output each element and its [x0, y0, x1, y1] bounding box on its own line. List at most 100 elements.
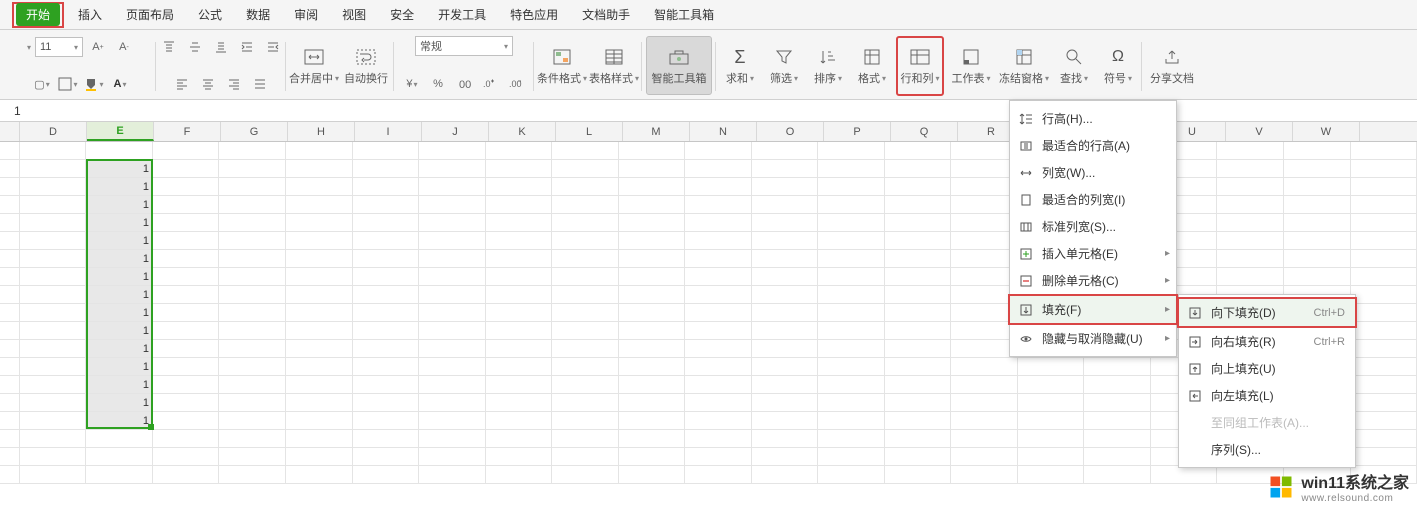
cell[interactable]: 1 — [86, 160, 153, 178]
cell[interactable] — [353, 196, 420, 214]
cell[interactable] — [1351, 232, 1417, 250]
cell[interactable] — [752, 142, 819, 160]
cell[interactable] — [20, 448, 87, 466]
find-button[interactable]: 查找 — [1054, 36, 1094, 96]
menu-delete-cell[interactable]: 删除单元格(C)▸ — [1010, 267, 1176, 294]
cell[interactable]: 1 — [86, 358, 153, 376]
cell[interactable] — [353, 268, 420, 286]
cell[interactable] — [619, 466, 686, 484]
cell[interactable] — [619, 160, 686, 178]
cell[interactable] — [486, 304, 553, 322]
row-gutter[interactable] — [0, 214, 20, 232]
cell[interactable] — [1018, 466, 1085, 484]
cell[interactable] — [951, 214, 1018, 232]
cell[interactable] — [685, 232, 752, 250]
cell[interactable] — [86, 466, 153, 484]
cell[interactable]: 1 — [86, 286, 153, 304]
cell[interactable] — [419, 268, 486, 286]
cell[interactable] — [286, 250, 353, 268]
cell[interactable] — [20, 286, 87, 304]
cell[interactable] — [20, 250, 87, 268]
cell[interactable] — [1018, 394, 1085, 412]
cell[interactable] — [752, 178, 819, 196]
cell[interactable] — [752, 358, 819, 376]
cell[interactable] — [86, 142, 153, 160]
cell[interactable] — [1351, 196, 1417, 214]
cell[interactable] — [153, 340, 220, 358]
cell[interactable] — [486, 142, 553, 160]
cell[interactable] — [1018, 430, 1085, 448]
cell[interactable] — [552, 286, 619, 304]
cell[interactable] — [419, 196, 486, 214]
cell[interactable] — [552, 178, 619, 196]
cell[interactable] — [1084, 466, 1151, 484]
cell[interactable] — [1018, 358, 1085, 376]
tab-page-layout[interactable]: 页面布局 — [114, 2, 186, 27]
cell[interactable] — [219, 142, 286, 160]
cell[interactable] — [286, 304, 353, 322]
cell[interactable] — [20, 376, 87, 394]
row-gutter[interactable] — [0, 142, 20, 160]
cell[interactable] — [818, 160, 885, 178]
cell[interactable] — [685, 322, 752, 340]
cell[interactable]: 1 — [86, 304, 153, 322]
cell[interactable] — [619, 376, 686, 394]
cell[interactable] — [486, 466, 553, 484]
cell[interactable] — [153, 448, 220, 466]
cell[interactable] — [20, 466, 87, 484]
cell[interactable] — [1217, 232, 1284, 250]
cell[interactable] — [752, 376, 819, 394]
cell[interactable] — [219, 286, 286, 304]
cell[interactable] — [486, 214, 553, 232]
cell[interactable] — [286, 232, 353, 250]
cell[interactable] — [153, 430, 220, 448]
cell[interactable] — [1151, 466, 1218, 484]
cell[interactable] — [486, 232, 553, 250]
cell[interactable] — [286, 412, 353, 430]
cell[interactable] — [818, 340, 885, 358]
cell[interactable] — [951, 412, 1018, 430]
row-gutter[interactable] — [0, 322, 20, 340]
cell[interactable] — [353, 448, 420, 466]
cell[interactable] — [286, 196, 353, 214]
cell[interactable] — [353, 142, 420, 160]
cell[interactable] — [552, 466, 619, 484]
cell[interactable] — [86, 430, 153, 448]
cell[interactable] — [818, 430, 885, 448]
cell[interactable] — [818, 376, 885, 394]
cell[interactable] — [1351, 358, 1417, 376]
cell[interactable] — [486, 430, 553, 448]
cell[interactable] — [685, 394, 752, 412]
cell[interactable] — [752, 394, 819, 412]
cell[interactable] — [752, 160, 819, 178]
cell[interactable] — [1284, 250, 1351, 268]
underline-icon[interactable]: ▢ — [31, 73, 53, 95]
cell[interactable] — [752, 232, 819, 250]
cell[interactable] — [153, 322, 220, 340]
cell[interactable] — [486, 448, 553, 466]
cell[interactable] — [486, 160, 553, 178]
font-size-input[interactable]: 11▾ — [35, 37, 83, 57]
cell[interactable] — [219, 250, 286, 268]
cell[interactable] — [752, 250, 819, 268]
cell[interactable] — [20, 340, 87, 358]
indent-right-icon[interactable] — [262, 36, 284, 58]
cell[interactable] — [951, 268, 1018, 286]
cell[interactable] — [219, 160, 286, 178]
cell[interactable] — [20, 268, 87, 286]
cell[interactable] — [552, 196, 619, 214]
cell[interactable] — [885, 466, 952, 484]
cell[interactable] — [552, 160, 619, 178]
cell[interactable] — [286, 340, 353, 358]
cell[interactable] — [20, 322, 87, 340]
cell[interactable] — [552, 376, 619, 394]
tab-formula[interactable]: 公式 — [186, 2, 234, 27]
cell[interactable] — [286, 214, 353, 232]
cell[interactable] — [353, 322, 420, 340]
cell[interactable] — [353, 250, 420, 268]
merge-center-button[interactable]: 合并居中 — [290, 36, 338, 96]
cell[interactable] — [685, 376, 752, 394]
cell[interactable] — [486, 322, 553, 340]
cell[interactable] — [885, 142, 952, 160]
cell[interactable] — [20, 196, 87, 214]
